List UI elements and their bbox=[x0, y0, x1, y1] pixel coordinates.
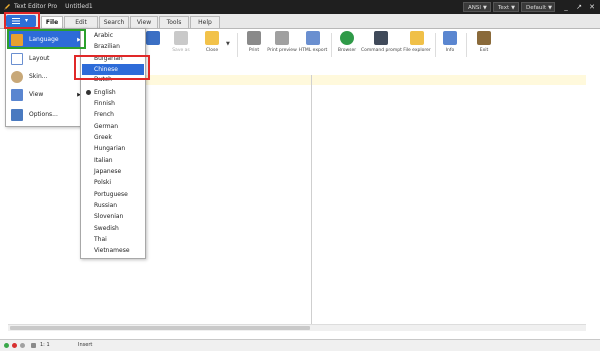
tab-tools[interactable]: Tools bbox=[159, 16, 189, 28]
hamburger-icon bbox=[12, 18, 20, 24]
toolbar-separator bbox=[466, 33, 467, 57]
language-english[interactable]: English bbox=[82, 87, 144, 98]
minimize-icon[interactable]: _ bbox=[560, 1, 572, 13]
menu-item-view[interactable]: View ▶ bbox=[7, 86, 85, 104]
save-as-icon bbox=[174, 31, 188, 45]
tab-help[interactable]: Help bbox=[190, 16, 220, 28]
info-button[interactable]: Info bbox=[440, 31, 460, 53]
options-icon bbox=[11, 109, 23, 121]
language-slovenian[interactable]: Slovenian bbox=[82, 211, 144, 222]
print-button[interactable]: Print bbox=[243, 31, 265, 53]
chevron-down-icon: ▼ bbox=[483, 5, 487, 11]
language-brazilian[interactable]: Brazilian bbox=[82, 41, 144, 52]
browser-button[interactable]: Browser bbox=[335, 31, 359, 53]
maximize-icon[interactable]: ↗ bbox=[573, 1, 585, 13]
command-prompt-icon bbox=[374, 31, 388, 45]
status-red-icon bbox=[12, 343, 17, 348]
language-dutch[interactable]: Dutch bbox=[82, 74, 144, 85]
layout-icon bbox=[11, 53, 23, 65]
view-icon bbox=[11, 89, 23, 101]
menu-item-options[interactable]: Options... bbox=[7, 106, 85, 124]
language-japanese[interactable]: Japanese bbox=[82, 166, 144, 177]
radio-selected-icon bbox=[86, 90, 91, 95]
status-gray-icon bbox=[20, 343, 25, 348]
document-name: Untitled1 bbox=[65, 3, 93, 10]
exit-button[interactable]: Exit bbox=[474, 31, 494, 53]
language-hungarian[interactable]: Hungarian bbox=[82, 143, 144, 154]
split-divider[interactable] bbox=[311, 75, 312, 325]
language-italian[interactable]: Italian bbox=[82, 155, 144, 166]
exit-door-icon bbox=[477, 31, 491, 45]
info-icon bbox=[443, 31, 457, 45]
chevron-down-icon: ▼ bbox=[548, 5, 552, 11]
toolbar-separator bbox=[435, 33, 436, 57]
language-greek[interactable]: Greek bbox=[82, 132, 144, 143]
encoding-dropdown[interactable]: ANSI ▼ bbox=[463, 2, 491, 12]
chevron-down-icon: ▼ bbox=[511, 5, 515, 11]
file-explorer-button[interactable]: File explorer bbox=[402, 31, 432, 53]
html-export-icon bbox=[306, 31, 320, 45]
print-preview-button[interactable]: Print preview bbox=[266, 31, 298, 53]
language-portuguese[interactable]: Portuguese bbox=[82, 189, 144, 200]
status-bar: 1: 1 Insert bbox=[0, 339, 600, 351]
chevron-down-icon: ▾ bbox=[25, 17, 29, 24]
ribbon-tabs: ▾ File Edit Search View Tools Help bbox=[0, 14, 600, 29]
language-thai[interactable]: Thai bbox=[82, 234, 144, 245]
language-finnish[interactable]: Finnish bbox=[82, 98, 144, 109]
app-name: Text Editor Pro bbox=[14, 3, 58, 10]
language-arabic[interactable]: Arabic bbox=[82, 30, 144, 41]
tab-view[interactable]: View bbox=[130, 16, 158, 28]
status-green-icon bbox=[4, 343, 9, 348]
folder-icon bbox=[205, 31, 219, 45]
tab-edit[interactable]: Edit bbox=[64, 16, 98, 28]
menu-item-language[interactable]: Language ▶ bbox=[7, 31, 85, 49]
cursor-position: 1: 1 bbox=[40, 342, 50, 348]
language-russian[interactable]: Russian bbox=[82, 200, 144, 211]
main-menu-button[interactable]: ▾ bbox=[6, 15, 36, 27]
tab-search[interactable]: Search bbox=[99, 16, 129, 28]
disk-icon bbox=[31, 343, 36, 348]
title-bar: Text Editor Pro Untitled1 ANSI ▼ Text ▼ De… bbox=[0, 0, 600, 14]
toolbar-separator bbox=[331, 33, 332, 57]
theme-dropdown[interactable]: Default ▼ bbox=[521, 2, 555, 12]
save-icon bbox=[146, 31, 160, 45]
save-as-button[interactable]: Save as bbox=[168, 31, 194, 53]
save-button[interactable] bbox=[143, 31, 163, 48]
scrollbar-thumb[interactable] bbox=[10, 326, 310, 330]
command-prompt-button[interactable]: Command prompt bbox=[361, 31, 402, 53]
close-icon[interactable]: ✕ bbox=[586, 1, 598, 13]
toolbar-separator bbox=[237, 33, 238, 57]
language-vietnamese[interactable]: Vietnamese bbox=[82, 245, 144, 256]
language-polski[interactable]: Polski bbox=[82, 177, 144, 188]
language-swedish[interactable]: Swedish bbox=[82, 223, 144, 234]
browser-globe-icon bbox=[340, 31, 354, 45]
window-title: Text Editor Pro Untitled1 bbox=[14, 3, 99, 10]
chevron-down-icon[interactable]: ▼ bbox=[226, 41, 230, 47]
menu-item-skin[interactable]: Skin... bbox=[7, 68, 85, 86]
print-preview-icon bbox=[275, 31, 289, 45]
file-explorer-icon bbox=[410, 31, 424, 45]
close-button[interactable]: Close bbox=[201, 31, 223, 53]
language-german[interactable]: German bbox=[82, 121, 144, 132]
skin-palette-icon bbox=[11, 71, 23, 83]
html-export-button[interactable]: HTML export bbox=[298, 31, 328, 53]
mode-dropdown[interactable]: Text ▼ bbox=[493, 2, 519, 12]
language-submenu: Arabic Brazilian Bulgarian Chinese Dutch… bbox=[80, 28, 146, 259]
printer-icon bbox=[247, 31, 261, 45]
language-icon bbox=[11, 34, 23, 46]
language-french[interactable]: French bbox=[82, 109, 144, 120]
main-menu: Language ▶ Layout Skin... View ▶ Options… bbox=[5, 28, 87, 127]
menu-item-layout[interactable]: Layout bbox=[7, 50, 85, 68]
horizontal-scrollbar[interactable] bbox=[8, 324, 586, 331]
app-pencil-icon bbox=[4, 4, 10, 10]
insert-mode: Insert bbox=[78, 342, 93, 348]
language-bulgarian[interactable]: Bulgarian bbox=[82, 53, 144, 64]
